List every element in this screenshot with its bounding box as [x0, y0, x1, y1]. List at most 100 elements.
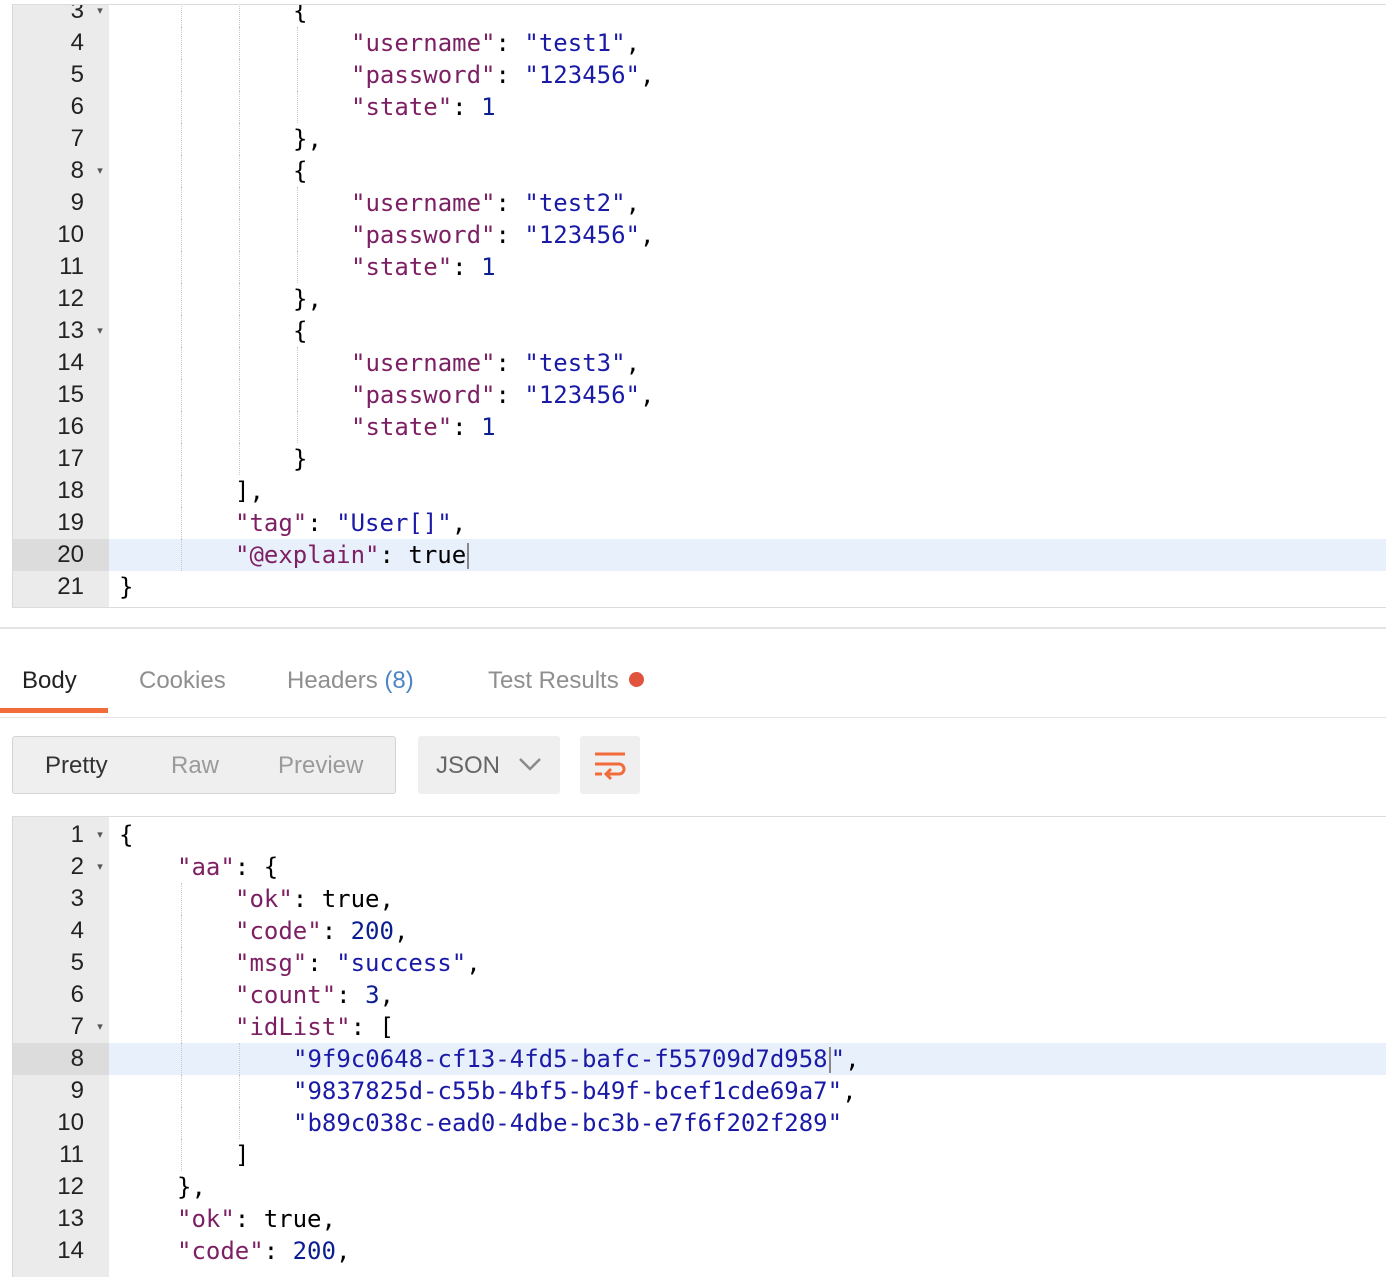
pretty-button[interactable]: Pretty: [45, 737, 108, 793]
indent-guide: [239, 219, 240, 251]
line-number: 5: [70, 61, 84, 88]
indent-guide: [297, 27, 298, 59]
code-line[interactable]: 11]: [13, 1139, 1386, 1171]
code-line[interactable]: 9 "9837825d-c55b-4bf5-b49f-bcef1cde69a7",: [13, 1075, 1386, 1107]
line-number: 13: [57, 1205, 84, 1232]
line-number: 4: [70, 917, 84, 944]
code-line[interactable]: 14 "code": 200,: [13, 1235, 1386, 1267]
code-line[interactable]: 21}: [13, 571, 1386, 603]
code-line[interactable]: 4 "code": 200,: [13, 915, 1386, 947]
code-line[interactable]: 12},: [13, 283, 1386, 315]
code-text: "@explain": true: [235, 539, 470, 571]
line-number: 8: [13, 1043, 109, 1075]
code-token: : [: [350, 1013, 394, 1041]
preview-button[interactable]: Preview: [278, 737, 363, 793]
tab-body-label: Body: [22, 667, 77, 694]
response-body-editor[interactable]: 1 ▾{2 ▾ "aa": {3 "ok": true, 4 "code": 200, 5 "m…: [12, 816, 1386, 1277]
code-line[interactable]: 9 "username": "test2",: [13, 187, 1386, 219]
code-token: :: [307, 509, 337, 537]
code-line[interactable]: 3 "ok": true,: [13, 883, 1386, 915]
code-token: "ok": [177, 1205, 235, 1233]
indent-guide: [181, 347, 182, 379]
line-number: 9: [70, 189, 84, 216]
code-line[interactable]: 20 "@explain": true: [13, 539, 1386, 571]
code-token: 1: [481, 93, 496, 121]
tab-body[interactable]: Body: [22, 667, 77, 695]
code-line[interactable]: 13 "ok": true,: [13, 1203, 1386, 1235]
code-line[interactable]: 8 "9f9c0648-cf13-4fd5-bafc-f55709d7d958 ",: [13, 1043, 1386, 1075]
tab-cookies-label: Cookies: [139, 667, 226, 694]
code-token: : {: [234, 853, 279, 881]
fold-arrow-icon[interactable]: ▾: [93, 851, 107, 883]
view-mode-toggle: Pretty Raw Preview: [12, 736, 396, 794]
indent-guide: [181, 507, 182, 539]
fold-arrow-icon[interactable]: ▾: [93, 155, 107, 187]
code-text: "9f9c0648-cf13-4fd5-bafc-f55709d7d958 ",: [293, 1043, 860, 1075]
code-line[interactable]: 13 ▾{: [13, 315, 1386, 347]
code-line[interactable]: 5 "msg": "success",: [13, 947, 1386, 979]
code-text: {: [293, 315, 307, 347]
code-line[interactable]: 5 "password": "123456",: [13, 59, 1386, 91]
indent-guide: [181, 411, 182, 443]
indent-guide: [239, 315, 240, 347]
code-line[interactable]: 16 "state": 1: [13, 411, 1386, 443]
code-line[interactable]: 10 "b89c038c-ead0-4dbe-bc3b-e7f6f202f289": [13, 1107, 1386, 1139]
code-line[interactable]: 8 ▾{: [13, 155, 1386, 187]
code-line[interactable]: 10 "password": "123456",: [13, 219, 1386, 251]
tab-cookies[interactable]: Cookies: [139, 667, 226, 695]
wrap-lines-button[interactable]: [580, 736, 640, 794]
code-line[interactable]: 1 ▾{: [13, 819, 1386, 851]
code-token: ,: [845, 1045, 860, 1073]
code-token: "@explain": [235, 541, 380, 569]
code-token: "tag": [235, 509, 308, 537]
line-number: 11: [59, 253, 84, 280]
code-token: ,: [640, 61, 655, 89]
code-line[interactable]: 4 "username": "test1",: [13, 27, 1386, 59]
code-line[interactable]: 6 "state": 1: [13, 91, 1386, 123]
code-token: {: [293, 157, 308, 185]
code-line[interactable]: 7 ▾ "idList": [: [13, 1011, 1386, 1043]
indent-guide: [239, 187, 240, 219]
indent-guide: [239, 1107, 240, 1139]
raw-button[interactable]: Raw: [171, 737, 219, 793]
fold-arrow-icon[interactable]: ▾: [93, 315, 107, 347]
indent-guide: [239, 27, 240, 59]
code-line[interactable]: 14 "username": "test3",: [13, 347, 1386, 379]
code-line[interactable]: 15 "password": "123456",: [13, 379, 1386, 411]
code-token: :: [495, 29, 525, 57]
code-line[interactable]: 6 "count": 3,: [13, 979, 1386, 1011]
wrap-lines-icon: [595, 752, 626, 781]
code-text: "idList": [: [235, 1011, 394, 1043]
indent-guide: [181, 251, 182, 283]
indent-guide: [297, 187, 298, 219]
code-text: "msg": "success",: [235, 947, 481, 979]
code-token: "password": [351, 381, 496, 409]
line-number: 4: [70, 29, 84, 56]
indent-guide: [297, 251, 298, 283]
code-line[interactable]: 2 ▾ "aa": {: [13, 851, 1386, 883]
code-line[interactable]: 3 ▾{: [13, 5, 1386, 27]
indent-guide: [181, 91, 182, 123]
fold-arrow-icon[interactable]: ▾: [93, 819, 107, 851]
code-line[interactable]: 11 "state": 1: [13, 251, 1386, 283]
indent-guide: [181, 443, 182, 475]
code-token: ],: [235, 477, 264, 505]
code-token: ,: [640, 381, 655, 409]
indent-guide: [181, 947, 182, 979]
code-token: "state": [351, 413, 453, 441]
tab-test-results[interactable]: Test Results: [488, 667, 644, 695]
code-line[interactable]: 17}: [13, 443, 1386, 475]
code-token: 1: [481, 413, 496, 441]
code-line[interactable]: 18],: [13, 475, 1386, 507]
format-select[interactable]: JSON: [418, 736, 560, 794]
code-line[interactable]: 12},: [13, 1171, 1386, 1203]
fold-arrow-icon[interactable]: ▾: [93, 5, 107, 27]
code-line[interactable]: 19 "tag": "User[]",: [13, 507, 1386, 539]
tab-headers[interactable]: Headers (8): [287, 667, 414, 695]
request-body-editor[interactable]: 3 ▾{4 "username": "test1", 5 "password": "12…: [12, 4, 1386, 608]
code-token: "msg": [235, 949, 308, 977]
code-token: 1: [481, 253, 496, 281]
code-line[interactable]: 7},: [13, 123, 1386, 155]
code-token: :: [263, 1237, 293, 1265]
fold-arrow-icon[interactable]: ▾: [93, 1011, 107, 1043]
